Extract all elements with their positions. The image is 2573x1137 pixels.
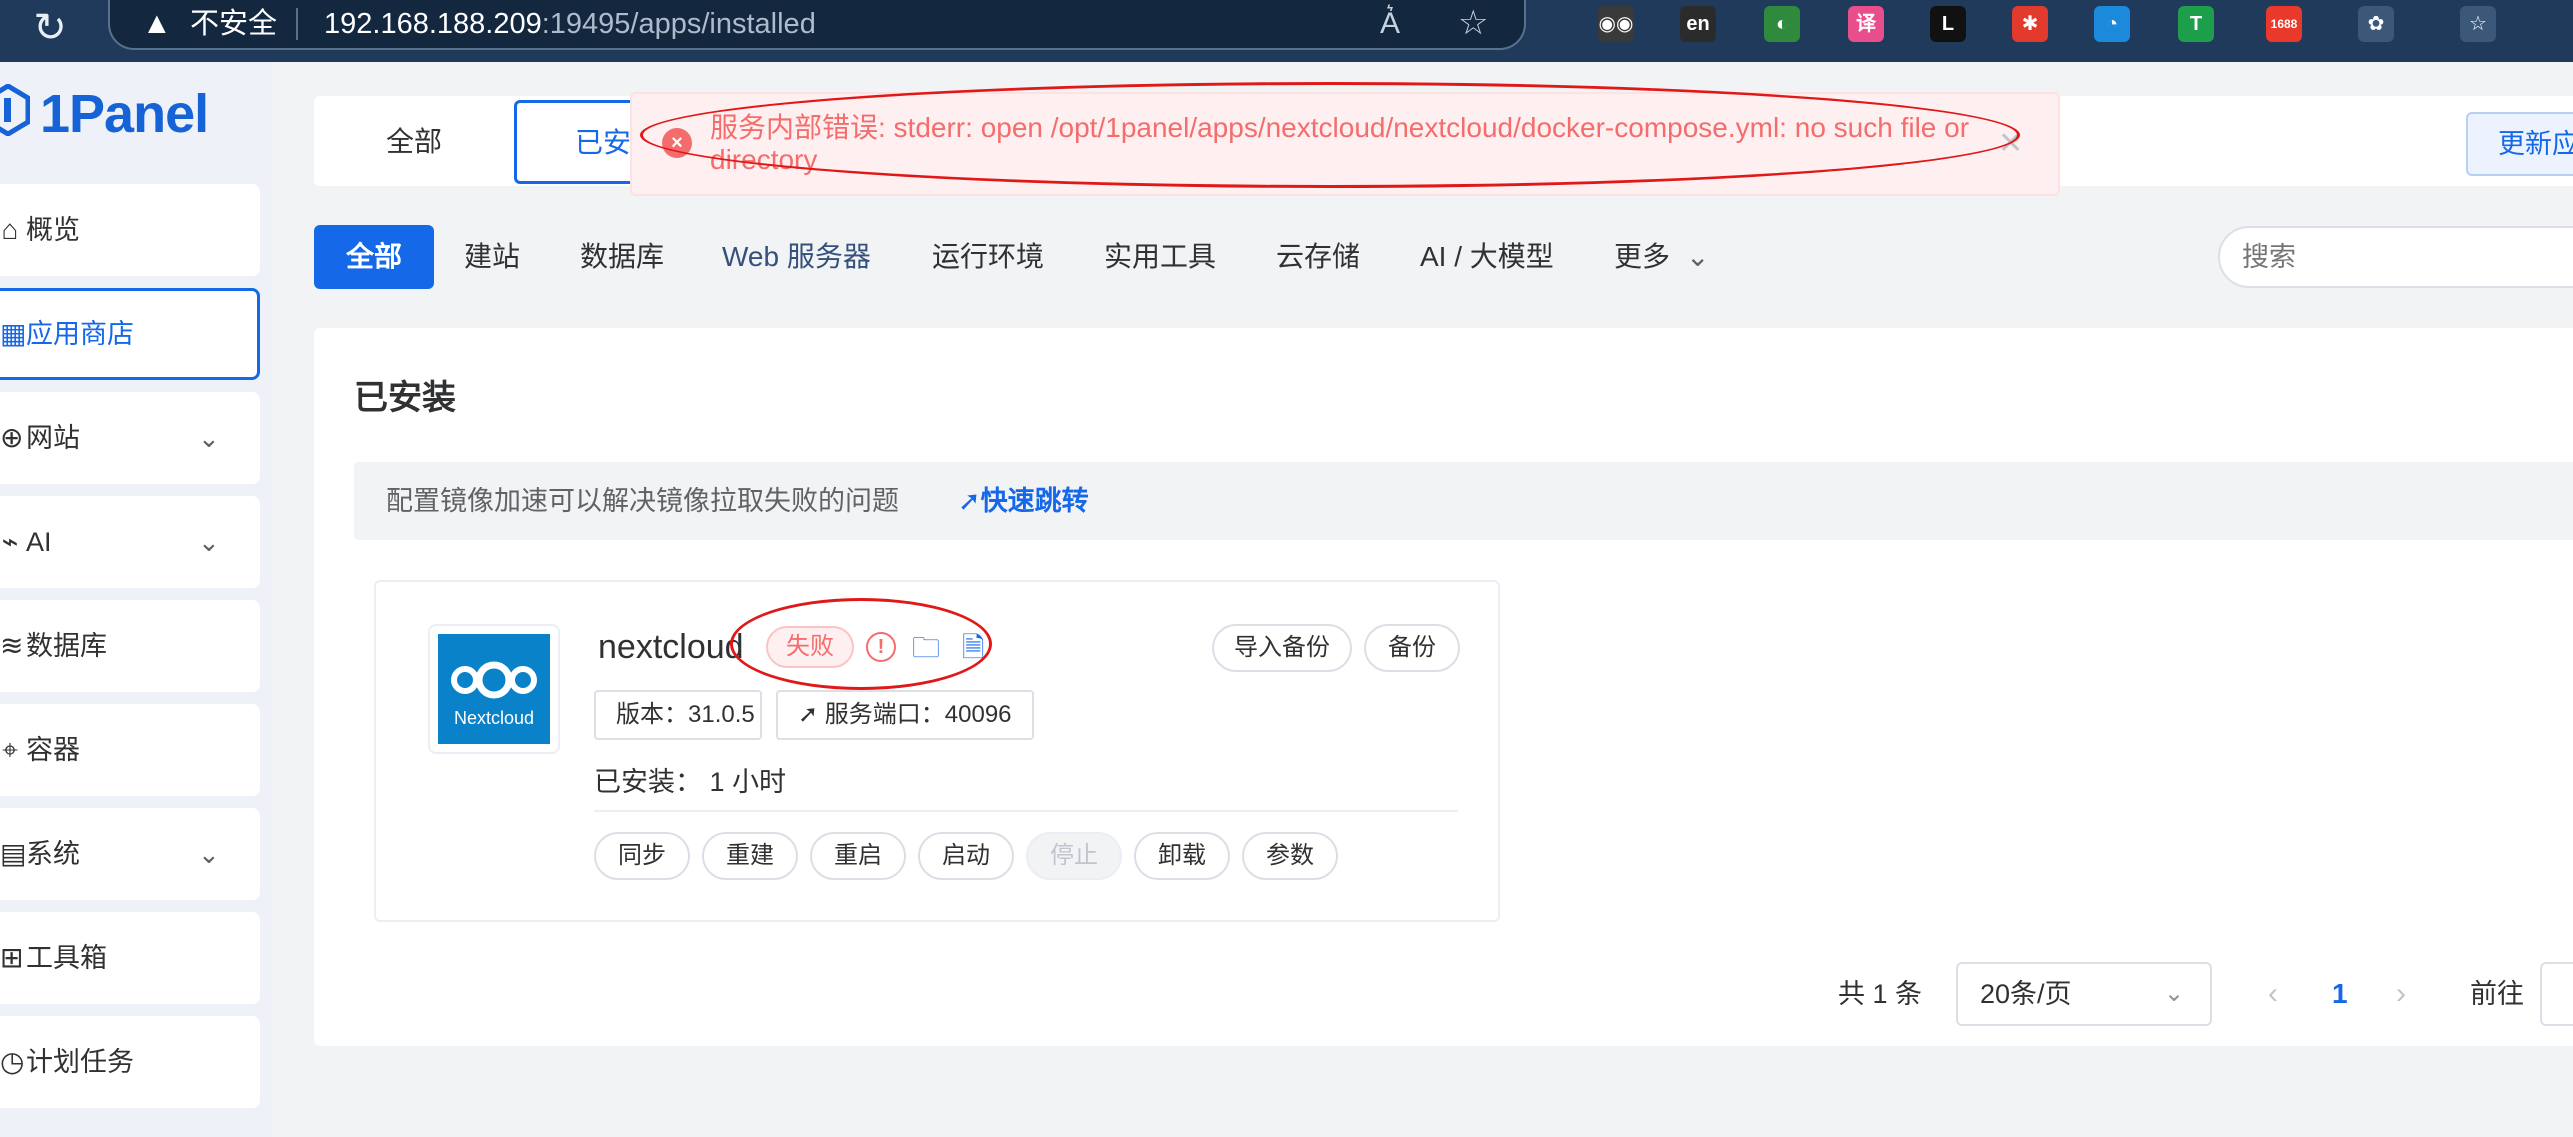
address-divider <box>296 8 298 40</box>
globe-icon: ⊕ <box>0 422 24 453</box>
container-icon: ⌖ <box>2 734 18 765</box>
category-5[interactable]: 实用工具 <box>1104 225 1216 289</box>
send-icon: ➚ <box>958 486 981 516</box>
schedule-icon: ◷ <box>0 1046 25 1077</box>
chevron-down-icon: ⌄ <box>2164 980 2185 1007</box>
1panel-logo-icon <box>0 84 30 136</box>
action-button-3[interactable]: 启动 <box>918 832 1014 880</box>
update-app-list-button[interactable]: 更新应 <box>2466 112 2573 176</box>
port-tag[interactable]: ➚ 服务端口：40096 <box>776 690 1034 740</box>
annotation-circle-toast <box>640 82 2020 188</box>
favorites-icon[interactable]: ☆ <box>2460 6 2496 42</box>
home-icon: ⌂ <box>1 214 19 245</box>
puzzle-icon[interactable]: ✿ <box>2358 6 2394 42</box>
search-input[interactable] <box>2218 226 2573 288</box>
category-1[interactable]: 建站 <box>464 225 520 289</box>
sidebar-item-label: 网站 <box>26 423 80 453</box>
action-button-5[interactable]: 卸载 <box>1134 832 1230 880</box>
category-6[interactable]: 云存储 <box>1276 225 1360 289</box>
sidebar-item-label: 应用商店 <box>26 319 134 349</box>
next-page-icon[interactable]: › <box>2396 974 2406 1014</box>
sidebar-item-label: 工具箱 <box>26 943 107 973</box>
category-3[interactable]: Web 服务器 <box>722 225 871 289</box>
prev-page-icon[interactable]: ‹ <box>2268 974 2278 1014</box>
page-number-current[interactable]: 1 <box>2332 974 2348 1014</box>
circle-color-icon[interactable]: ◔ <box>2094 6 2130 42</box>
pinwheel-icon[interactable]: ✱ <box>2012 6 2048 42</box>
sidebar-item-label: 系统 <box>26 839 80 869</box>
version-tag: 版本：31.0.5 <box>594 690 762 740</box>
chevron-down-icon: ⌄ <box>198 423 220 453</box>
url-text[interactable]: 192.168.188.209:19495/apps/installed <box>324 6 816 42</box>
read-aloud-icon[interactable]: A͛ <box>1380 6 1400 42</box>
globe-download-icon[interactable]: ◐ <box>1764 6 1800 42</box>
app-logo-text: 1Panel <box>40 84 209 144</box>
mirror-hint-text: 配置镜像加速可以解决镜像拉取失败的问题 <box>386 486 899 516</box>
quick-jump-link[interactable]: ➚快速跳转 <box>958 462 1089 540</box>
warning-icon[interactable]: ▲ <box>142 6 172 42</box>
action-button-1[interactable]: 重建 <box>702 832 798 880</box>
app-name: nextcloud <box>598 628 744 666</box>
app-logo-caption: Nextcloud <box>453 708 535 728</box>
url-host: 192.168.188.209 <box>324 8 542 40</box>
sidebar-item-label: AI <box>26 527 52 557</box>
page-title: 已安装 <box>354 379 456 417</box>
action-button-0[interactable]: 同步 <box>594 832 690 880</box>
category-all[interactable]: 全部 <box>314 225 434 289</box>
sidebar-item-label: 数据库 <box>26 631 107 661</box>
tab-all[interactable]: 全部 <box>330 104 498 180</box>
goto-page-input[interactable] <box>2540 962 2573 1026</box>
category-8[interactable]: 更多 <box>1614 225 1670 289</box>
category-2[interactable]: 数据库 <box>580 225 664 289</box>
port-text: 服务端口：40096 <box>824 701 1012 728</box>
annotation-circle-status <box>730 598 992 690</box>
pagination-total: 共 1 条 <box>1838 979 1923 1009</box>
t-icon[interactable]: T <box>2178 6 2214 42</box>
security-label[interactable]: 不安全 <box>190 6 277 42</box>
quick-jump-label: 快速跳转 <box>980 486 1089 516</box>
installed-time: 已安装： 1 小时 <box>594 767 787 797</box>
l-icon[interactable]: L <box>1930 6 1966 42</box>
en-dict-icon[interactable]: en <box>1680 6 1716 42</box>
send-icon: ➚ <box>798 701 825 728</box>
divider <box>594 810 1458 812</box>
import-backup-button[interactable]: 导入备份 <box>1212 624 1352 672</box>
chevron-down-icon: ⌄ <box>1686 241 1710 272</box>
action-button-6[interactable]: 参数 <box>1242 832 1338 880</box>
ai-icon: ⌁ <box>1 526 19 557</box>
appstore-icon: ▦ <box>0 318 27 349</box>
action-button-4: 停止 <box>1026 832 1122 880</box>
reload-icon[interactable]: ↻ <box>28 6 72 50</box>
chevron-down-icon: ⌄ <box>198 527 220 557</box>
category-7[interactable]: AI / 大模型 <box>1420 225 1554 289</box>
chevron-down-icon: ⌄ <box>198 839 220 869</box>
system-icon: ▤ <box>0 838 27 869</box>
sidebar-item-label: 容器 <box>26 735 80 765</box>
url-path: :19495/apps/installed <box>541 8 816 40</box>
translate-icon[interactable]: 译 <box>1848 6 1884 42</box>
owl-icon[interactable]: ◉◉ <box>1598 6 1634 42</box>
goto-label: 前往 <box>2470 979 2524 1009</box>
sidebar-item-label: 计划任务 <box>26 1047 134 1077</box>
database-icon: ≋ <box>0 630 24 661</box>
category-4[interactable]: 运行环境 <box>932 225 1044 289</box>
address-bar[interactable] <box>108 0 1526 50</box>
bookmark-star-icon[interactable]: ☆ <box>1458 4 1488 42</box>
backup-button[interactable]: 备份 <box>1364 624 1460 672</box>
action-button-2[interactable]: 重启 <box>810 832 906 880</box>
1688-icon[interactable]: 1688 <box>2266 6 2302 42</box>
toolbox-icon: ⊞ <box>0 942 24 973</box>
sidebar-item-label: 概览 <box>26 215 80 245</box>
